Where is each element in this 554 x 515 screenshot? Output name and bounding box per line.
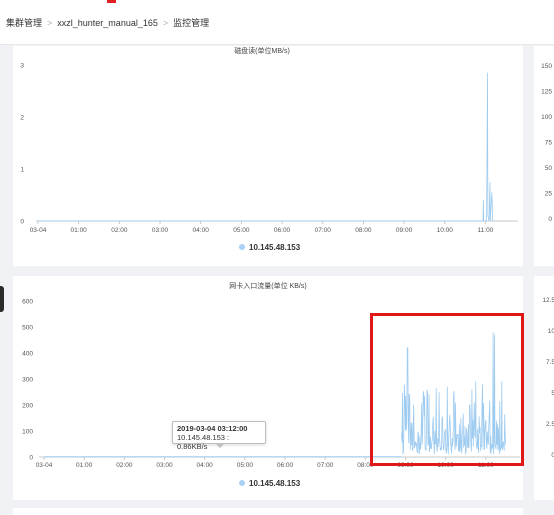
x-tick-label: 07:00	[315, 227, 332, 234]
legend-dot[interactable]	[239, 480, 245, 486]
x-tick-label: 08:00	[357, 462, 374, 469]
y-tick-label: 0	[29, 455, 33, 462]
charts-svg: 磁盘读(单位MB/s) 0 1 2 3 03-04 01:00 02:00 03:00 04:…	[20, 46, 554, 488]
chart-title: 磁盘读(单位MB/s)	[234, 46, 290, 55]
right-chart-2-axis: 12.5107.552.50	[542, 297, 554, 459]
y-tick-label: 75	[545, 140, 553, 147]
x-tick-label: 11:00	[478, 462, 494, 469]
x-tick-label: 03:00	[156, 462, 173, 469]
series-line	[401, 332, 506, 455]
x-tick-label: 06:00	[277, 462, 294, 469]
y-tick-label: 0	[548, 216, 552, 223]
y-tick-label: 500	[22, 325, 33, 332]
y-tick-label: 10	[548, 328, 554, 335]
x-tick-label: 07:00	[317, 462, 334, 469]
tooltip-title: 2019-03-04 03:12:00	[177, 424, 248, 433]
x-tick-label: 02:00	[116, 462, 133, 469]
x-tick-label: 01:00	[71, 227, 88, 234]
disk-read-chart: 磁盘读(单位MB/s) 0 1 2 3 03-04 01:00 02:00 03:00 04:…	[20, 46, 518, 252]
y-tick-label: 12.5	[542, 297, 554, 304]
x-tick-label: 11:00	[478, 227, 494, 234]
y-tick-label: 50	[545, 165, 553, 172]
y-tick-label: 25	[545, 191, 553, 198]
y-tick-label: 2.5	[546, 421, 554, 428]
net-in-chart: 网卡入口流量(单位 KB/s) 0 100 200 300 400 500 600 03-0…	[22, 281, 520, 488]
y-tick-label: 300	[22, 377, 33, 384]
x-tick-label: 04:00	[193, 227, 210, 234]
y-tick-label: 600	[22, 299, 33, 306]
series-line	[482, 72, 496, 222]
x-tick-label: 03:00	[152, 227, 169, 234]
right-chart-1-axis: 150 125 100 75 50 25 0	[541, 63, 552, 223]
x-tick-label: 04:00	[197, 462, 214, 469]
chart-title: 网卡入口流量(单位 KB/s)	[229, 281, 306, 290]
x-tick-label: 01:00	[76, 462, 93, 469]
y-tick-label: 100	[22, 429, 33, 436]
x-tick-label: 10:00	[437, 227, 454, 234]
x-tick-label: 10:00	[438, 462, 455, 469]
y-tick-label: 3	[20, 63, 24, 70]
x-tick-label: 05:00	[233, 227, 250, 234]
x-tick-label: 02:00	[111, 227, 128, 234]
x-tick-label: 05:00	[237, 462, 254, 469]
legend-label[interactable]: 10.145.48.153	[249, 479, 301, 488]
x-tick-label: 09:00	[396, 227, 413, 234]
y-tick-label: 2	[20, 115, 24, 122]
y-tick-label: 0	[20, 219, 24, 226]
legend-dot[interactable]	[239, 244, 245, 250]
y-tick-label: 150	[541, 63, 552, 70]
y-tick-label: 100	[541, 114, 552, 121]
x-tick-label: 03-04	[30, 227, 47, 234]
tooltip-value: 10.145.48.153 : 0.86KB/s	[177, 433, 230, 451]
chart-tooltip: 2019-03-04 03:12:00 10.145.48.153 : 0.86…	[172, 421, 266, 451]
x-tick-label: 06:00	[274, 227, 291, 234]
x-tick-label: 08:00	[355, 227, 372, 234]
y-tick-label: 200	[22, 403, 33, 410]
x-tick-label: 03-04	[36, 462, 53, 469]
y-tick-label: 7.5	[546, 359, 554, 366]
tooltip-arrow-icon	[216, 444, 224, 448]
legend-label[interactable]: 10.145.48.153	[249, 243, 301, 252]
y-tick-label: 125	[541, 89, 552, 96]
y-tick-label: 1	[20, 167, 24, 174]
x-tick-label: 09:00	[397, 462, 414, 469]
y-tick-label: 400	[22, 351, 33, 358]
